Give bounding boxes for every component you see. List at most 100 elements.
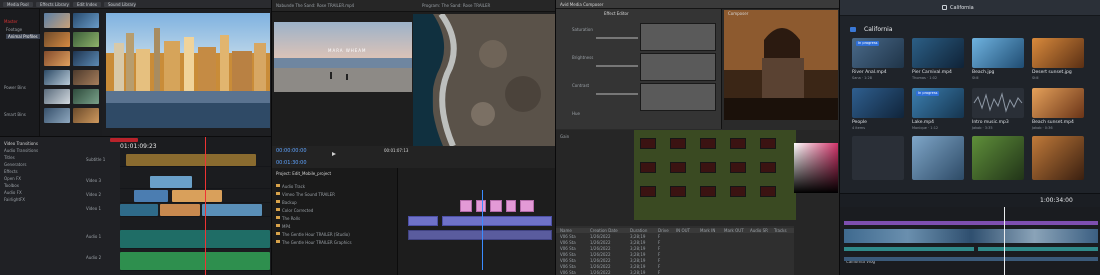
media-pool-tab[interactable]: Media Pool <box>3 2 33 7</box>
effects-item[interactable]: Audio Transitions <box>4 148 38 153</box>
project-item[interactable]: Color Corrected <box>282 208 313 213</box>
program-tab[interactable]: Program: The Sand: Rose TRAILER <box>422 3 490 8</box>
audio-clip[interactable] <box>844 247 974 251</box>
bin-frame[interactable] <box>640 138 656 149</box>
bin-footage[interactable]: Footage <box>6 27 22 32</box>
video-clip[interactable] <box>506 200 516 212</box>
effects-item[interactable]: Effects <box>4 169 18 174</box>
clip-card[interactable] <box>912 136 964 180</box>
title-clip[interactable] <box>844 221 1098 225</box>
video-clip[interactable] <box>202 204 262 216</box>
effects-item[interactable]: Titles <box>4 155 15 160</box>
slider[interactable] <box>596 37 638 39</box>
slider[interactable] <box>596 65 638 67</box>
slider[interactable] <box>596 93 638 95</box>
video-clip[interactable] <box>408 216 438 226</box>
media-thumb[interactable] <box>44 13 70 28</box>
curve-graph[interactable] <box>640 23 716 51</box>
table-row[interactable]: V06 Sta 1/26/2022 3;28;19 F <box>556 246 794 251</box>
music-track[interactable] <box>844 257 1098 261</box>
media-thumb[interactable] <box>73 89 99 104</box>
clip-card[interactable] <box>852 88 904 118</box>
bin-master[interactable]: Master <box>4 19 18 24</box>
bin-frame[interactable] <box>670 138 686 149</box>
effects-item[interactable]: FairlightFX <box>4 197 25 202</box>
table-row[interactable]: V06 Sta 1/26/2022 3;28;19 F <box>556 234 794 239</box>
bin-frame[interactable] <box>700 162 716 173</box>
source-tab[interactable]: Nabunde The Sand: Rose TRAILER.mp4 <box>276 3 354 8</box>
edit-index-tab[interactable]: Edit Index <box>73 2 101 7</box>
clip-card[interactable] <box>972 136 1024 180</box>
project-item[interactable]: MP4 <box>282 224 290 229</box>
bin-frame[interactable] <box>760 186 776 197</box>
video-clip[interactable] <box>442 216 552 226</box>
clip-card[interactable] <box>1032 38 1084 68</box>
video-clip[interactable] <box>134 190 168 202</box>
project-item[interactable]: The Rolls <box>282 216 300 221</box>
effects-item[interactable]: Generators <box>4 162 26 167</box>
video-clip[interactable] <box>120 204 158 216</box>
table-row[interactable]: V06 Sta 1/26/2022 3;28;19 F <box>556 252 794 257</box>
audio-clip[interactable] <box>978 247 1098 251</box>
media-thumb[interactable] <box>44 32 70 47</box>
effects-item[interactable]: Open FX <box>4 176 21 181</box>
video-clip[interactable] <box>160 204 200 216</box>
bin-frame[interactable] <box>760 138 776 149</box>
audio-clip[interactable] <box>408 230 552 240</box>
effects-library-tab[interactable]: Effects Library <box>36 2 70 7</box>
media-thumb[interactable] <box>44 51 70 66</box>
video-clip[interactable] <box>476 200 486 212</box>
playhead[interactable] <box>1004 207 1005 275</box>
effects-item[interactable]: Toolbox <box>4 183 19 188</box>
project-item[interactable]: Backup <box>282 200 297 205</box>
media-thumb[interactable] <box>73 70 99 85</box>
play-icon[interactable] <box>332 152 336 156</box>
audio-card[interactable] <box>852 136 904 180</box>
clip-card[interactable] <box>1032 88 1084 118</box>
sound-library-tab[interactable]: Sound Library <box>104 2 136 7</box>
project-item[interactable]: Vimeo The Sound TRAILER <box>282 192 335 197</box>
browser-icon[interactable] <box>942 5 947 10</box>
audio-clip[interactable] <box>120 252 270 270</box>
playhead[interactable] <box>205 137 206 275</box>
media-thumb[interactable] <box>73 108 99 123</box>
bin-frame[interactable] <box>700 186 716 197</box>
video-clip[interactable] <box>520 200 534 212</box>
media-thumb[interactable] <box>73 51 99 66</box>
media-thumb[interactable] <box>44 89 70 104</box>
color-picker[interactable] <box>794 143 838 193</box>
power-bins[interactable]: Power Bins <box>4 85 26 90</box>
primary-storyline[interactable] <box>844 229 1098 243</box>
audio-clip[interactable] <box>120 230 270 248</box>
project-item[interactable]: The Gentle Hour TRAILER (Studio) <box>282 232 350 237</box>
bin-frame[interactable] <box>640 162 656 173</box>
clip-card[interactable] <box>972 38 1024 68</box>
bin-frame[interactable] <box>640 186 656 197</box>
project-item[interactable]: Audio Track <box>282 184 305 189</box>
curve-graph[interactable] <box>640 83 716 111</box>
bin-frame[interactable] <box>730 138 746 149</box>
table-row[interactable]: V06 Sta 1/26/2022 3;28;19 F <box>556 270 794 275</box>
record-button[interactable] <box>110 138 138 142</box>
bin-frame[interactable] <box>670 186 686 197</box>
table-row[interactable]: V06 Sta 1/26/2022 3;28;19 F <box>556 264 794 269</box>
effects-item[interactable]: Audio FX <box>4 190 22 195</box>
table-row[interactable]: V06 Sta 1/26/2022 3;28;19 F <box>556 240 794 245</box>
video-clip[interactable] <box>172 190 222 202</box>
video-clip[interactable] <box>460 200 472 212</box>
playhead[interactable] <box>482 190 483 270</box>
bin-frame[interactable] <box>760 162 776 173</box>
curve-graph[interactable] <box>640 53 716 81</box>
media-thumb[interactable] <box>73 13 99 28</box>
effects-item[interactable]: Video Transitions <box>4 141 38 146</box>
video-clip[interactable] <box>150 176 192 188</box>
clip-card[interactable] <box>1032 136 1084 180</box>
media-thumb[interactable] <box>44 70 70 85</box>
bin-frame[interactable] <box>730 162 746 173</box>
table-row[interactable]: V06 Sta 1/26/2022 3;28;19 F <box>556 258 794 263</box>
bin-animal-profiles[interactable]: Animal Profiles <box>6 34 40 39</box>
video-clip[interactable] <box>490 200 502 212</box>
audio-card[interactable] <box>972 88 1024 118</box>
media-thumb[interactable] <box>73 32 99 47</box>
bin-frame[interactable] <box>700 138 716 149</box>
